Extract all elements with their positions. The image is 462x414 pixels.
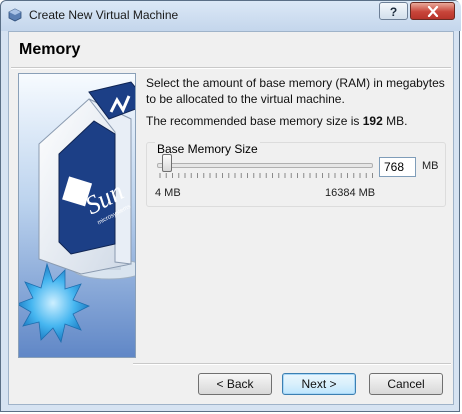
cancel-button[interactable]: Cancel bbox=[369, 373, 443, 395]
wizard-page: Memory Sun microsystems Select the amoun… bbox=[8, 31, 454, 405]
title-bar[interactable]: Create New Virtual Machine ? bbox=[1, 1, 461, 31]
header-divider bbox=[11, 67, 451, 69]
help-button[interactable]: ? bbox=[379, 2, 408, 20]
max-memory-label: 16384 MB bbox=[325, 187, 376, 199]
virtualbox-app-icon bbox=[8, 8, 22, 22]
close-icon bbox=[427, 6, 439, 17]
min-memory-label: 4 MB bbox=[155, 187, 181, 199]
page-description: Select the amount of base memory (RAM) i… bbox=[146, 76, 445, 106]
memory-size-input[interactable] bbox=[379, 157, 416, 177]
dialog-window: Create New Virtual Machine ? Memory Sun … bbox=[0, 0, 461, 412]
recommended-value: 192 bbox=[362, 114, 383, 128]
recommended-text: The recommended base memory size is 192 … bbox=[146, 114, 408, 128]
next-button[interactable]: Next > bbox=[282, 373, 356, 395]
page-title: Memory bbox=[19, 41, 81, 58]
memory-slider-track[interactable] bbox=[157, 163, 373, 168]
base-memory-group: Base Memory Size 4 MB 16384 MB MB bbox=[146, 142, 446, 207]
wizard-side-image: Sun microsystems bbox=[18, 73, 136, 358]
footer-divider bbox=[133, 363, 451, 365]
memory-slider-thumb[interactable] bbox=[161, 154, 172, 172]
memory-unit-label: MB bbox=[422, 160, 439, 172]
close-button[interactable] bbox=[410, 2, 455, 20]
slider-ticks bbox=[159, 173, 373, 178]
window-title: Create New Virtual Machine bbox=[29, 8, 179, 22]
back-button[interactable]: < Back bbox=[198, 373, 272, 395]
